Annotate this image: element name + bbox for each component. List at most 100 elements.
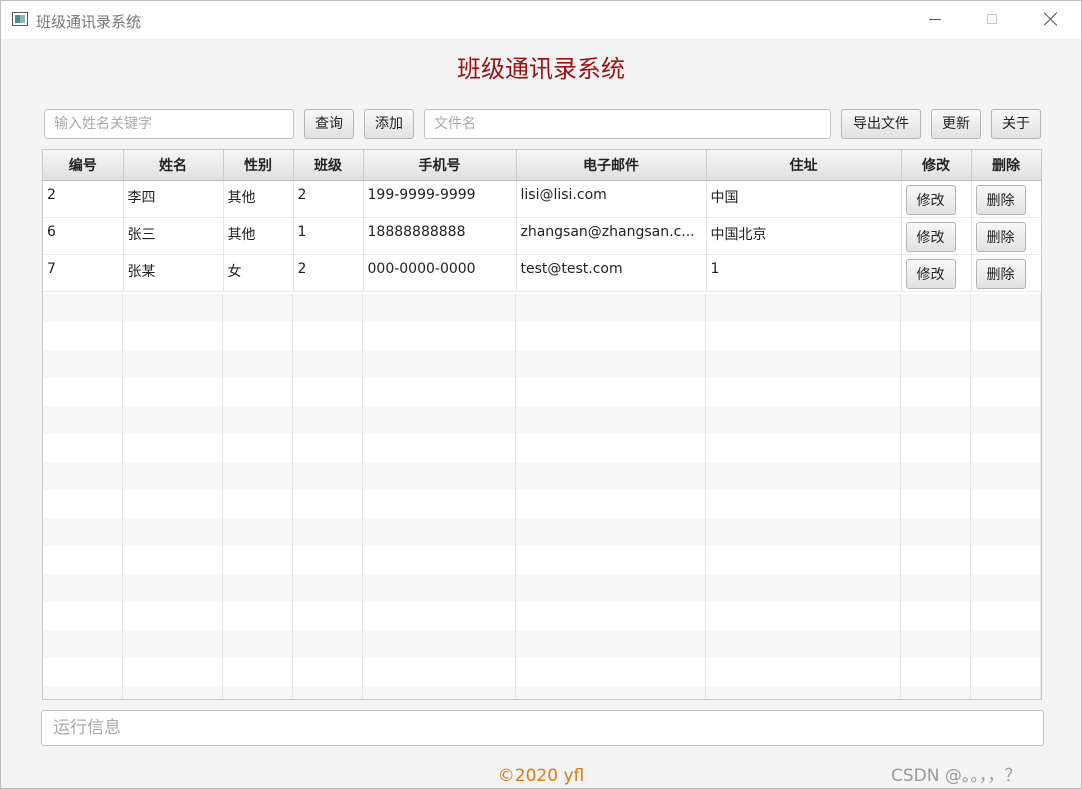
empty-cell xyxy=(293,350,363,378)
empty-cell xyxy=(971,686,1041,699)
empty-cell xyxy=(706,602,901,630)
empty-cell xyxy=(363,518,516,546)
column-header-address[interactable]: 住址 xyxy=(706,150,902,181)
column-header-id[interactable]: 编号 xyxy=(43,150,124,181)
delete-button[interactable]: 删除 xyxy=(975,259,1026,289)
empty-cell xyxy=(363,686,516,699)
empty-cell xyxy=(43,518,123,546)
empty-cell xyxy=(363,546,516,574)
empty-cell xyxy=(901,630,971,658)
empty-cell xyxy=(43,574,123,602)
empty-cell xyxy=(43,686,123,699)
empty-cell xyxy=(123,378,223,406)
column-header-name[interactable]: 姓名 xyxy=(123,150,224,181)
empty-cell xyxy=(123,658,223,686)
empty-cell xyxy=(223,490,293,518)
contacts-table[interactable]: 编号 姓名 性别 班级 手机号 电子邮件 住址 修改 删除 2 李四 其他 2 xyxy=(42,149,1042,700)
cell-phone: 199-9999-9999 xyxy=(363,180,517,218)
empty-cell xyxy=(516,546,706,574)
column-header-email[interactable]: 电子邮件 xyxy=(516,150,707,181)
column-header-phone[interactable]: 手机号 xyxy=(363,150,517,181)
empty-cell xyxy=(223,658,293,686)
empty-cell xyxy=(293,630,363,658)
cell-delete: 删除 xyxy=(971,180,1041,218)
empty-cell xyxy=(123,574,223,602)
empty-cell xyxy=(901,378,971,406)
filename-input[interactable] xyxy=(424,109,831,139)
empty-cell xyxy=(43,434,123,462)
empty-cell xyxy=(293,322,363,350)
empty-cell xyxy=(706,630,901,658)
empty-cell xyxy=(971,378,1041,406)
empty-cell xyxy=(706,658,901,686)
update-button[interactable]: 更新 xyxy=(931,109,981,139)
empty-cell xyxy=(223,546,293,574)
empty-cell xyxy=(901,406,971,434)
empty-cell xyxy=(293,294,363,322)
edit-button[interactable]: 修改 xyxy=(905,259,956,289)
empty-cell xyxy=(516,294,706,322)
maximize-icon xyxy=(987,14,997,24)
empty-cell xyxy=(971,602,1041,630)
column-header-delete[interactable]: 删除 xyxy=(971,150,1041,181)
empty-cell xyxy=(293,546,363,574)
empty-cell xyxy=(706,322,901,350)
empty-table-row xyxy=(43,378,1041,406)
edit-button[interactable]: 修改 xyxy=(905,222,956,252)
empty-cell xyxy=(223,518,293,546)
delete-button[interactable]: 删除 xyxy=(975,185,1026,215)
empty-cell xyxy=(43,602,123,630)
add-button[interactable]: 添加 xyxy=(364,109,414,139)
empty-cell xyxy=(706,546,901,574)
empty-cell xyxy=(706,434,901,462)
empty-cell xyxy=(43,462,123,490)
column-header-edit[interactable]: 修改 xyxy=(901,150,972,181)
empty-cell xyxy=(363,406,516,434)
maximize-button[interactable] xyxy=(963,1,1021,39)
empty-cell xyxy=(516,462,706,490)
empty-cell xyxy=(363,630,516,658)
empty-table-row xyxy=(43,518,1041,546)
empty-cell xyxy=(971,630,1041,658)
about-button[interactable]: 关于 xyxy=(991,109,1041,139)
query-button[interactable]: 查询 xyxy=(304,109,354,139)
empty-cell xyxy=(971,546,1041,574)
empty-cell xyxy=(971,294,1041,322)
column-header-gender[interactable]: 性别 xyxy=(223,150,294,181)
delete-button[interactable]: 删除 xyxy=(975,222,1026,252)
empty-table-row xyxy=(43,350,1041,378)
minimize-button[interactable] xyxy=(905,1,963,39)
empty-cell xyxy=(123,434,223,462)
table-row[interactable]: 7 张某 女 2 000-0000-0000 test@test.com 1 修… xyxy=(43,254,1041,292)
empty-cell xyxy=(706,518,901,546)
empty-cell xyxy=(363,462,516,490)
window-title: 班级通讯录系统 xyxy=(36,13,142,31)
empty-cell xyxy=(516,630,706,658)
column-header-class[interactable]: 班级 xyxy=(293,150,364,181)
app-window-icon xyxy=(12,12,28,26)
empty-cell xyxy=(516,350,706,378)
empty-cell xyxy=(901,574,971,602)
minimize-icon xyxy=(929,19,941,20)
empty-cell xyxy=(901,518,971,546)
status-log-field[interactable] xyxy=(41,710,1044,746)
search-input[interactable] xyxy=(44,109,294,139)
edit-button[interactable]: 修改 xyxy=(905,185,956,215)
table-empty-rows xyxy=(43,294,1041,699)
empty-cell xyxy=(516,602,706,630)
empty-cell xyxy=(971,350,1041,378)
cell-delete: 删除 xyxy=(971,254,1041,292)
empty-cell xyxy=(363,294,516,322)
empty-cell xyxy=(516,518,706,546)
export-file-button[interactable]: 导出文件 xyxy=(841,109,921,139)
close-button[interactable] xyxy=(1021,1,1079,39)
empty-cell xyxy=(43,406,123,434)
empty-cell xyxy=(901,434,971,462)
table-row[interactable]: 6 张三 其他 1 18888888888 zhangsan@zhangsan.… xyxy=(43,217,1041,255)
table-row[interactable]: 2 李四 其他 2 199-9999-9999 lisi@lisi.com 中国… xyxy=(43,180,1041,218)
empty-cell xyxy=(293,686,363,699)
empty-cell xyxy=(706,686,901,699)
empty-cell xyxy=(706,462,901,490)
empty-cell xyxy=(516,686,706,699)
empty-cell xyxy=(706,574,901,602)
